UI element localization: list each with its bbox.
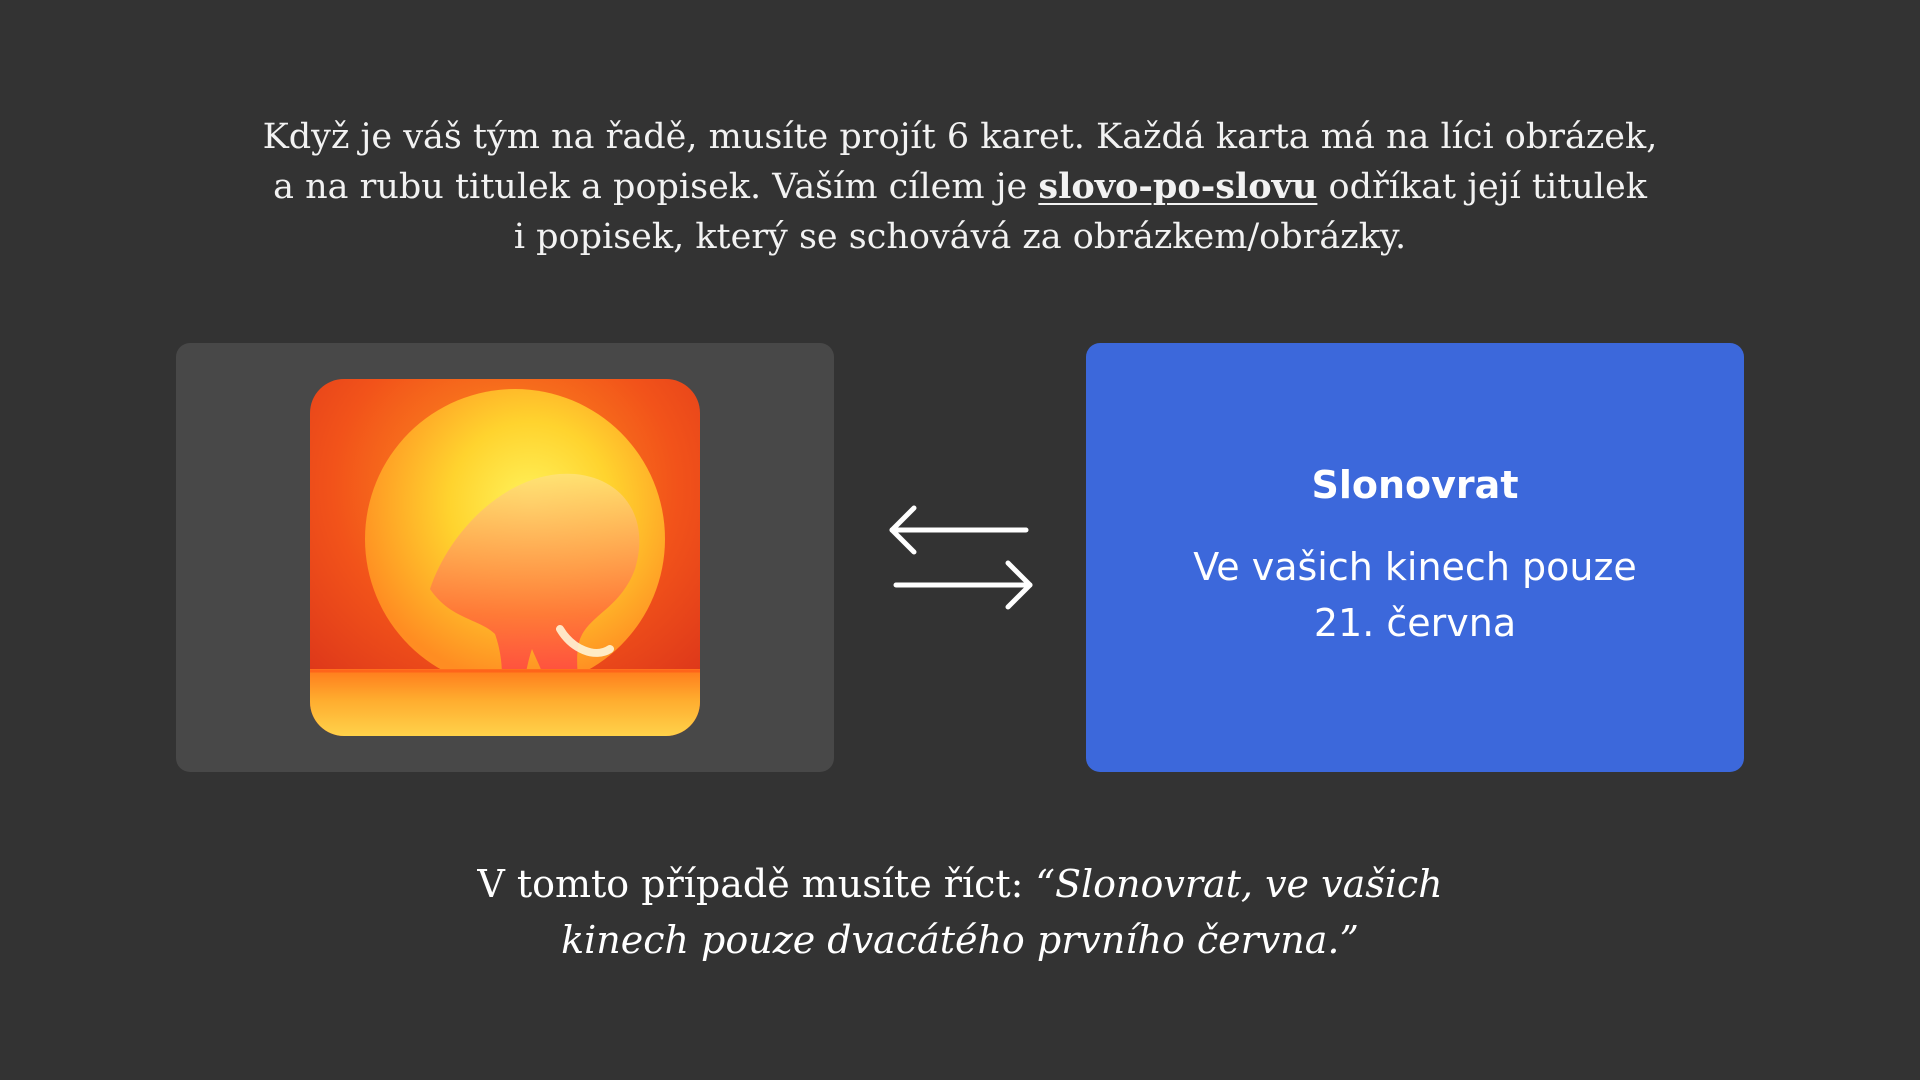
emphasis-word-by-word: slovo-po-slovu: [1038, 166, 1318, 207]
example-answer-lead: V tomto případě musíte říct:: [477, 862, 1036, 906]
instructions-line-2: a na rubu titulek a popisek. Vaším cílem…: [160, 162, 1760, 212]
card-front: [176, 343, 834, 772]
elephant-sunset-image: [310, 379, 700, 736]
example-answer: V tomto případě musíte říct: “Slonovrat,…: [160, 856, 1760, 968]
swap-arrows-icon: [886, 500, 1036, 620]
instructions-text: Když je váš tým na řadě, musíte projít 6…: [160, 112, 1760, 262]
card-caption-line-1: Ve vašich kinech pouze: [1193, 545, 1637, 589]
card-title: Slonovrat: [1311, 463, 1519, 507]
example-answer-line-1: V tomto případě musíte říct: “Slonovrat,…: [160, 856, 1760, 912]
card-caption-line-2: 21. června: [1313, 601, 1517, 645]
example-answer-quote-2: kinech pouze dvacátého prvního června.”: [561, 918, 1359, 962]
instructions-line-2-start: a na rubu titulek a popisek. Vaším cílem…: [273, 167, 1039, 207]
card-caption: Ve vašich kinech pouze 21. června: [1146, 539, 1684, 651]
instructions-line-1: Když je váš tým na řadě, musíte projít 6…: [262, 117, 1658, 157]
card-back: Slonovrat Ve vašich kinech pouze 21. čer…: [1086, 343, 1744, 772]
instructions-line-2-end: odříkat její titulek: [1317, 167, 1647, 207]
instructions-line-3: i popisek, který se schovává za obrázkem…: [513, 217, 1407, 257]
example-answer-quote-1: “Slonovrat, ve vašich: [1035, 862, 1443, 906]
